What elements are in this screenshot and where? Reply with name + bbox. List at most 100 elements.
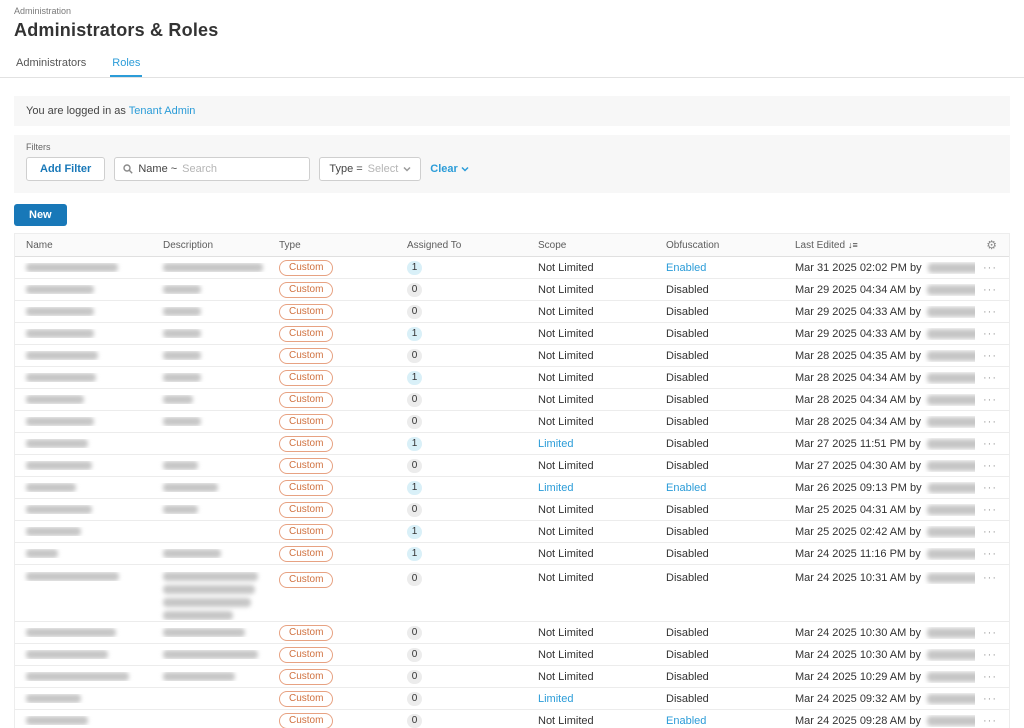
assigned-count-badge[interactable]: 1	[407, 525, 422, 539]
table-row[interactable]: Custom 0 Not Limited Disabled Mar 29 202…	[15, 279, 1009, 301]
assigned-count-badge[interactable]: 0	[407, 503, 422, 517]
table-row[interactable]: Custom 1 Not Limited Disabled Mar 29 202…	[15, 323, 1009, 345]
table-row[interactable]: Custom 1 Limited Disabled Mar 27 2025 11…	[15, 433, 1009, 455]
scope-value: Not Limited	[530, 627, 658, 639]
role-name-redacted	[26, 483, 76, 492]
table-row[interactable]: Custom 0 Not Limited Disabled Mar 25 202…	[15, 499, 1009, 521]
assigned-count-badge[interactable]: 0	[407, 572, 422, 586]
table-row[interactable]: Custom 0 Not Limited Disabled Mar 24 202…	[15, 565, 1009, 622]
table-row[interactable]: Custom 0 Limited Disabled Mar 24 2025 09…	[15, 688, 1009, 710]
scope-value[interactable]: Limited	[530, 438, 658, 450]
row-actions-menu-icon[interactable]: ···	[983, 526, 997, 538]
table-row[interactable]: Custom 1 Not Limited Disabled Mar 28 202…	[15, 367, 1009, 389]
last-edited-value: Mar 27 2025 04:30 AM by	[787, 460, 975, 472]
tenant-admin-link[interactable]: Tenant Admin	[129, 105, 196, 117]
column-header-obfuscation[interactable]: Obfuscation	[658, 240, 787, 251]
row-actions-menu-icon[interactable]: ···	[983, 572, 997, 584]
row-actions-menu-icon[interactable]: ···	[983, 306, 997, 318]
scope-value[interactable]: Limited	[530, 693, 658, 705]
row-actions-menu-icon[interactable]: ···	[983, 627, 997, 639]
editor-name-redacted	[927, 628, 975, 638]
new-role-button[interactable]: New	[14, 204, 67, 226]
row-actions-menu-icon[interactable]: ···	[983, 504, 997, 516]
row-actions-menu-icon[interactable]: ···	[983, 394, 997, 406]
column-header-type[interactable]: Type	[271, 240, 399, 251]
assigned-count-badge[interactable]: 0	[407, 393, 422, 407]
tab-roles[interactable]: Roles	[110, 53, 142, 77]
table-row[interactable]: Custom 1 Not Limited Disabled Mar 25 202…	[15, 521, 1009, 543]
obfuscation-value[interactable]: Enabled	[658, 482, 787, 494]
table-row[interactable]: Custom 1 Not Limited Enabled Mar 31 2025…	[15, 257, 1009, 279]
assigned-count-badge[interactable]: 0	[407, 349, 422, 363]
assigned-count-badge[interactable]: 0	[407, 692, 422, 706]
table-row[interactable]: Custom 0 Not Limited Disabled Mar 27 202…	[15, 455, 1009, 477]
scope-value: Not Limited	[530, 671, 658, 683]
column-settings-gear-icon[interactable]: ⚙	[986, 238, 997, 252]
table-row[interactable]: Custom 0 Not Limited Disabled Mar 28 202…	[15, 345, 1009, 367]
type-filter-select[interactable]: Type = Select	[319, 157, 421, 181]
column-header-scope[interactable]: Scope	[530, 240, 658, 251]
assigned-count-badge[interactable]: 1	[407, 327, 422, 341]
obfuscation-value[interactable]: Enabled	[658, 262, 787, 274]
role-name-redacted	[26, 505, 92, 514]
assigned-count-badge[interactable]: 0	[407, 283, 422, 297]
role-description-redacted	[155, 285, 271, 294]
row-actions-menu-icon[interactable]: ···	[983, 693, 997, 705]
description-redacted-line	[163, 585, 255, 594]
column-header-description[interactable]: Description	[155, 240, 271, 251]
row-actions-menu-icon[interactable]: ···	[983, 460, 997, 472]
assigned-count-badge[interactable]: 1	[407, 547, 422, 561]
assigned-count-badge[interactable]: 0	[407, 305, 422, 319]
assigned-count-badge[interactable]: 0	[407, 714, 422, 728]
row-actions-menu-icon[interactable]: ···	[983, 715, 997, 727]
obfuscation-value[interactable]: Enabled	[658, 715, 787, 727]
row-actions-menu-icon[interactable]: ···	[983, 671, 997, 683]
tab-administrators[interactable]: Administrators	[14, 53, 88, 77]
table-row[interactable]: Custom 0 Not Limited Enabled Mar 24 2025…	[15, 710, 1009, 728]
row-actions-menu-icon[interactable]: ···	[983, 350, 997, 362]
assigned-count-badge[interactable]: 1	[407, 371, 422, 385]
role-description-redacted	[155, 549, 271, 558]
description-redacted-line	[163, 329, 201, 338]
column-header-last-edited[interactable]: Last Edited↓≡	[787, 240, 975, 251]
editor-name-redacted	[927, 505, 975, 515]
assigned-count-badge[interactable]: 0	[407, 670, 422, 684]
assigned-count-badge[interactable]: 0	[407, 626, 422, 640]
column-header-assigned-to[interactable]: Assigned To	[399, 240, 530, 251]
column-header-name[interactable]: Name	[15, 240, 155, 251]
assigned-count-badge[interactable]: 1	[407, 261, 422, 275]
row-actions-menu-icon[interactable]: ···	[983, 438, 997, 450]
assigned-count-badge[interactable]: 1	[407, 437, 422, 451]
table-row[interactable]: Custom 0 Not Limited Disabled Mar 28 202…	[15, 411, 1009, 433]
table-row[interactable]: Custom 0 Not Limited Disabled Mar 24 202…	[15, 644, 1009, 666]
table-row[interactable]: Custom 0 Not Limited Disabled Mar 24 202…	[15, 666, 1009, 688]
assigned-count-badge[interactable]: 1	[407, 481, 422, 495]
name-search-input[interactable]: Name ~ Search	[114, 157, 310, 181]
clear-filters-button[interactable]: Clear	[430, 163, 469, 175]
row-actions-menu-icon[interactable]: ···	[983, 416, 997, 428]
scope-value[interactable]: Limited	[530, 482, 658, 494]
last-edited-value: Mar 25 2025 02:42 AM by	[787, 526, 975, 538]
role-name-redacted	[26, 307, 94, 316]
row-actions-menu-icon[interactable]: ···	[983, 262, 997, 274]
assigned-count-badge[interactable]: 0	[407, 415, 422, 429]
last-edited-value: Mar 24 2025 10:29 AM by	[787, 671, 975, 683]
scope-value: Not Limited	[530, 504, 658, 516]
row-actions-menu-icon[interactable]: ···	[983, 649, 997, 661]
scope-value: Not Limited	[530, 350, 658, 362]
table-row[interactable]: Custom 1 Not Limited Disabled Mar 24 202…	[15, 543, 1009, 565]
assigned-count-badge[interactable]: 0	[407, 648, 422, 662]
editor-name-redacted	[927, 573, 975, 583]
row-actions-menu-icon[interactable]: ···	[983, 548, 997, 560]
row-actions-menu-icon[interactable]: ···	[983, 482, 997, 494]
row-actions-menu-icon[interactable]: ···	[983, 372, 997, 384]
row-actions-menu-icon[interactable]: ···	[983, 284, 997, 296]
assigned-count-badge[interactable]: 0	[407, 459, 422, 473]
table-row[interactable]: Custom 0 Not Limited Disabled Mar 29 202…	[15, 301, 1009, 323]
row-actions-menu-icon[interactable]: ···	[983, 328, 997, 340]
last-edited-value: Mar 28 2025 04:34 AM by	[787, 394, 975, 406]
add-filter-button[interactable]: Add Filter	[26, 157, 105, 181]
table-row[interactable]: Custom 0 Not Limited Disabled Mar 24 202…	[15, 622, 1009, 644]
table-row[interactable]: Custom 0 Not Limited Disabled Mar 28 202…	[15, 389, 1009, 411]
table-row[interactable]: Custom 1 Limited Enabled Mar 26 2025 09:…	[15, 477, 1009, 499]
